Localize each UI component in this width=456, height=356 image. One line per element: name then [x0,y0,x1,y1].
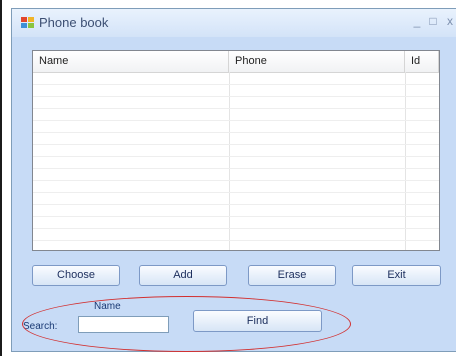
highlight-ellipse [22,296,351,352]
column-header-phone[interactable]: Phone [229,51,405,72]
maximize-button[interactable]: □ [427,14,439,28]
grid-row-line [33,156,439,157]
grid-column-divider [405,72,406,250]
phone-book-window: Phone book _ □ x Name Phone Id Choose Ad… [11,8,456,352]
grid-row-line [33,108,439,109]
contacts-grid[interactable]: Name Phone Id [32,50,440,251]
grid-row-line [33,132,439,133]
grid-row-line [33,144,439,145]
exit-button[interactable]: Exit [352,265,441,286]
grid-header: Name Phone Id [33,51,439,73]
grid-row-line [33,204,439,205]
grid-row-line [33,180,439,181]
choose-button[interactable]: Choose [32,265,120,286]
grid-row-line [33,192,439,193]
window-title: Phone book [39,15,109,30]
grid-row-line [33,216,439,217]
grid-row-line [33,120,439,121]
grid-row-line [33,84,439,85]
title-bar: Phone book _ □ x [12,9,456,37]
column-header-name[interactable]: Name [33,51,229,72]
add-button[interactable]: Add [139,265,227,286]
page-left-border [0,0,2,356]
grid-row-line [33,168,439,169]
close-button[interactable]: x [444,14,456,28]
grid-row-line [33,228,439,229]
grid-column-divider [229,72,230,250]
app-icon [21,17,35,29]
grid-row-line [33,240,439,241]
column-header-id[interactable]: Id [405,51,439,72]
minimize-button[interactable]: _ [411,14,423,28]
grid-row-line [33,96,439,97]
erase-button[interactable]: Erase [248,265,336,286]
